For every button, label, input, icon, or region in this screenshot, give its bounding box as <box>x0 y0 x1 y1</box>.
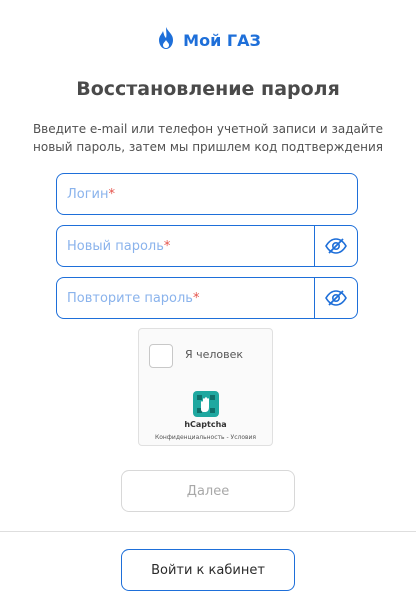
repeat-password-placeholder: Повторите пароль* <box>67 290 200 306</box>
captcha-checkbox[interactable] <box>149 344 173 368</box>
divider <box>0 531 416 532</box>
login-field[interactable]: Логин* <box>56 173 358 215</box>
captcha-checkbox-label: Я человек <box>185 348 244 361</box>
page-title: Восстановление пароля <box>76 78 340 100</box>
eye-off-icon[interactable] <box>314 226 357 266</box>
page-description: Введите e-mail или телефон учетной запис… <box>32 122 384 154</box>
hcaptcha-brand-label: hCaptcha <box>184 420 227 429</box>
flame-icon <box>155 26 177 55</box>
hcaptcha-logo-icon <box>191 389 221 424</box>
next-button[interactable]: Далее <box>121 470 295 512</box>
hcaptcha-privacy-terms-links[interactable]: Конфиденциальность - Условия <box>139 434 272 441</box>
brand-name: Мой ГАЗ <box>183 31 261 50</box>
login-cabinet-button[interactable]: Войти к кабинет <box>121 549 295 591</box>
brand-logo: Мой ГАЗ <box>0 26 416 55</box>
eye-off-icon[interactable] <box>314 278 357 318</box>
login-placeholder: Логин* <box>67 186 116 202</box>
new-password-field[interactable]: Новый пароль* <box>56 225 358 267</box>
new-password-placeholder: Новый пароль* <box>67 238 171 254</box>
repeat-password-field[interactable]: Повторите пароль* <box>56 277 358 319</box>
hcaptcha-widget: Я человек hCaptcha Конфиденциальность - … <box>138 328 273 446</box>
